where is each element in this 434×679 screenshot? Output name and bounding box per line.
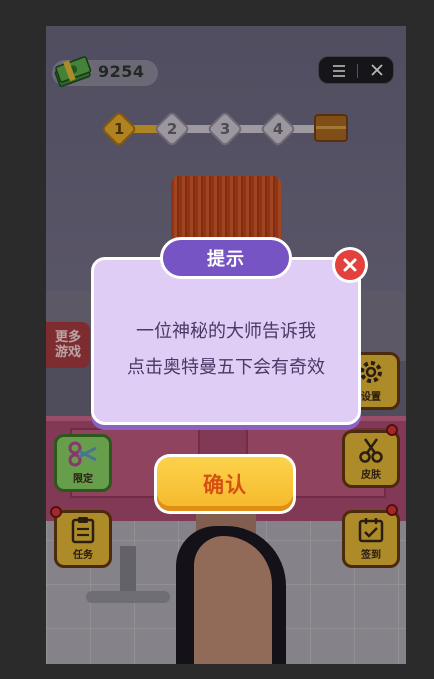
close-icon: [335, 250, 365, 280]
dialog-title: 提示: [207, 249, 245, 270]
dialog-title-pill: 提示: [160, 237, 292, 279]
confirm-label: 确认: [203, 473, 247, 497]
dialog-message-line1: 一位神秘的大师告诉我: [136, 321, 316, 342]
game-stage[interactable]: 9254 1 2 3 4 更多 游戏 设置 限定 皮肤 任务 签到 提示 一位神…: [46, 26, 406, 664]
confirm-button-face: 确认: [157, 457, 293, 511]
confirm-button[interactable]: 确认: [154, 454, 296, 514]
dialog-close-button[interactable]: [332, 247, 368, 283]
dialog-message-line2: 点击奥特曼五下会有奇效: [127, 357, 325, 378]
